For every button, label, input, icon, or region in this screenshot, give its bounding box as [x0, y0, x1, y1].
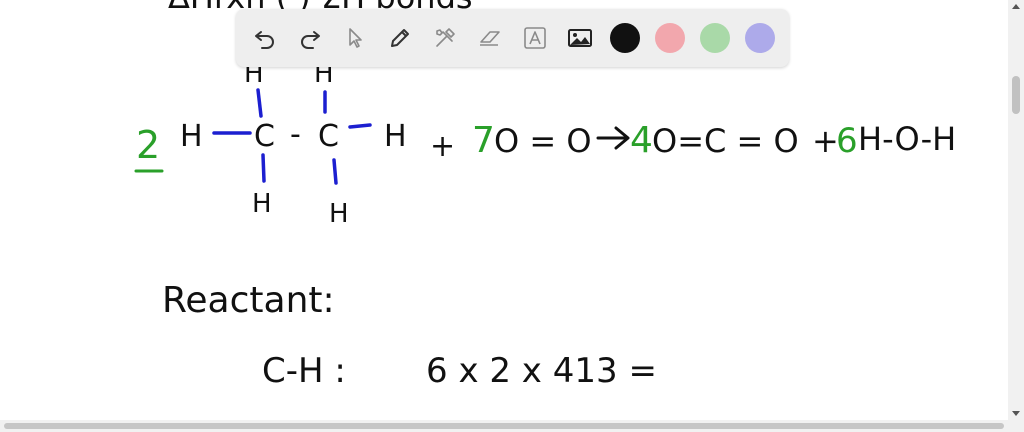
drawing-toolbar — [236, 9, 789, 67]
scroll-up-icon[interactable] — [1012, 4, 1020, 9]
coef-o2: 7 — [472, 120, 495, 161]
coef-ethane: 2 — [136, 123, 160, 167]
calc-label: C-H : — [262, 351, 346, 391]
image-button[interactable] — [561, 19, 599, 57]
o2-formula: O = O — [494, 122, 592, 160]
horizontal-scroll-thumb[interactable] — [4, 423, 1004, 429]
co2-formula: O=C = O — [652, 122, 799, 160]
redo-button[interactable] — [291, 19, 329, 57]
image-icon — [568, 29, 592, 47]
calc-expression: 6 x 2 x 413 = — [426, 351, 657, 391]
ethane-bottom-h2: H — [329, 199, 349, 229]
bond-down-c1 — [261, 153, 266, 183]
pointer-icon — [349, 28, 362, 48]
text-button[interactable] — [516, 19, 554, 57]
ethane-c2: C — [318, 119, 339, 154]
reactant-label: Reactant: — [162, 280, 335, 321]
water-formula: H-O-H — [858, 120, 956, 158]
color-black-swatch[interactable] — [610, 23, 640, 53]
text-icon — [524, 27, 546, 49]
coef-co2: 4 — [630, 120, 653, 161]
ethane-dash: - — [290, 117, 301, 152]
coef-water: 6 — [836, 121, 858, 161]
pen-button[interactable] — [381, 19, 419, 57]
redo-icon — [301, 31, 320, 49]
undo-button[interactable] — [246, 19, 284, 57]
undo-icon — [255, 31, 274, 49]
plus-2: + — [812, 122, 839, 160]
plus-1: + — [430, 129, 455, 164]
vertical-scrollbar[interactable] — [1008, 0, 1024, 420]
tools-button[interactable] — [426, 19, 464, 57]
ethane-c1: C — [254, 119, 275, 154]
eraser-button[interactable] — [471, 19, 509, 57]
bond-right — [348, 123, 372, 129]
color-pink-swatch[interactable] — [655, 23, 685, 53]
color-green-swatch[interactable] — [700, 23, 730, 53]
ethane-bottom-h1: H — [252, 189, 272, 219]
color-purple-swatch[interactable] — [745, 23, 775, 53]
select-button[interactable] — [336, 19, 374, 57]
vertical-scroll-thumb[interactable] — [1012, 76, 1020, 114]
bond-down-c2 — [332, 158, 338, 185]
ethane-right-h: H — [384, 119, 407, 154]
scroll-down-icon[interactable] — [1012, 411, 1020, 416]
pen-icon — [391, 29, 409, 47]
ethane-left-h: H — [180, 119, 203, 154]
eraser-icon — [480, 31, 500, 46]
horizontal-scrollbar[interactable] — [0, 420, 1024, 432]
tools-icon — [436, 28, 455, 47]
bond-up-c1 — [256, 88, 263, 118]
